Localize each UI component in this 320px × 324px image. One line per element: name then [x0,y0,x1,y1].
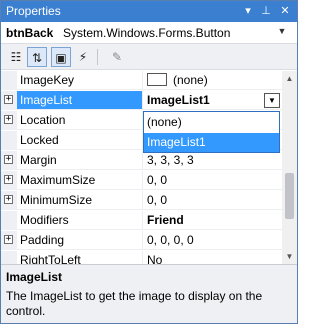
scroll-down-icon[interactable]: ▼ [282,249,297,264]
column-divider [142,171,143,190]
pin-icon[interactable]: ⊥ [259,3,273,19]
dropdown-option[interactable]: (none) [144,113,279,132]
property-value-text: (none) [173,73,208,87]
window-position-dropdown-icon[interactable]: ▾ [241,3,255,19]
object-name: btnBack [6,26,54,40]
close-icon[interactable]: ✕ [278,3,292,19]
chevron-down-icon[interactable]: ▼ [275,26,289,40]
column-divider [142,91,143,110]
property-name: MaximumSize [20,173,96,187]
toolbar-separator [97,49,98,65]
property-row-minimumsize[interactable]: + MinimumSize 0, 0 [1,191,282,210]
property-value[interactable]: (none) [147,73,279,87]
dropdown-button[interactable]: ▼ [264,93,280,108]
imagelist-dropdown-list: (none) ImageList1 [143,111,280,153]
dropdown-option-selected[interactable]: ImageList1 [144,133,279,152]
description-title: ImageList [6,270,63,284]
property-row-imagelist[interactable]: + ImageList ImageList1 ▼ [1,91,282,110]
property-value[interactable]: 0, 0 [147,193,279,207]
row-gutter [1,71,17,90]
description-text: The ImageList to get the image to displa… [6,289,263,318]
description-panel: ImageList The ImageList to get the image… [1,264,297,323]
property-name: Location [20,113,66,127]
scrollbar-thumb[interactable] [285,173,294,219]
image-swatch [147,73,167,87]
property-row-modifiers[interactable]: Modifiers Friend [1,211,282,230]
property-value[interactable]: No [147,253,279,264]
property-name: RightToLeft [20,253,81,264]
property-row-padding[interactable]: + Padding 0, 0, 0, 0 [1,231,282,250]
property-name: Modifiers [20,213,69,227]
column-divider [142,231,143,250]
row-gutter [1,251,17,264]
events-icon[interactable]: ⚡ [73,47,93,67]
window-title: Properties [6,4,61,18]
property-name: ImageKey [20,73,75,87]
expand-icon[interactable]: + [4,115,13,124]
row-gutter [1,211,17,230]
property-value[interactable]: Friend [147,213,279,227]
alphabetical-icon[interactable]: ⇅ [27,47,47,67]
property-pages-icon[interactable]: ✎ [107,47,127,67]
property-grid: ImageKey (none) + ImageList ImageList1 ▼… [1,71,297,264]
expand-icon[interactable]: + [4,155,13,164]
property-value[interactable]: ImageList1 [147,93,279,107]
toolbar: ☷ ⇅ ▣ ⚡ ✎ [1,44,297,70]
property-name: ImageList [17,91,142,109]
column-divider [142,211,143,230]
property-row-margin[interactable]: + Margin 3, 3, 3, 3 [1,151,282,170]
property-name: Padding [20,233,65,247]
column-divider [142,251,143,264]
property-row-maximumsize[interactable]: + MaximumSize 0, 0 [1,171,282,190]
properties-window: Properties ▾ ⊥ ✕ btnBack System.Windows.… [0,0,298,324]
scroll-up-icon[interactable]: ▲ [282,71,297,86]
column-divider [142,71,143,90]
property-value[interactable]: 0, 0 [147,173,279,187]
property-value[interactable]: 0, 0, 0, 0 [147,233,279,247]
property-row-righttoleft[interactable]: RightToLeft No [1,251,282,264]
vertical-scrollbar[interactable]: ▲ ▼ [282,71,297,264]
properties-icon[interactable]: ▣ [51,47,71,67]
property-row-imagekey[interactable]: ImageKey (none) [1,71,282,90]
object-selector[interactable]: btnBack System.Windows.Forms.Button ▼ [1,22,297,44]
expand-icon[interactable]: + [4,95,13,104]
object-type: System.Windows.Forms.Button [63,26,231,40]
title-bar[interactable]: Properties ▾ ⊥ ✕ [1,1,297,22]
property-name: Locked [20,133,59,147]
expand-icon[interactable]: + [4,235,13,244]
row-gutter [1,131,17,150]
expand-icon[interactable]: + [4,195,13,204]
expand-icon[interactable]: + [4,175,13,184]
column-divider [142,191,143,210]
property-name: Margin [20,153,57,167]
property-value[interactable]: 3, 3, 3, 3 [147,153,279,167]
column-divider [142,151,143,170]
categorized-icon[interactable]: ☷ [6,47,26,67]
property-name: MinimumSize [20,193,93,207]
